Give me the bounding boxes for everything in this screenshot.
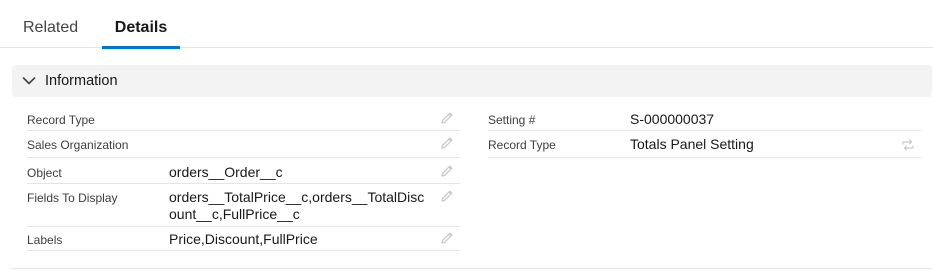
section-divider bbox=[12, 268, 932, 269]
field-value: Price,Discount,FullPrice bbox=[169, 231, 318, 247]
field-value-line-2: ount__c,FullPrice__c bbox=[169, 206, 300, 222]
pencil-icon[interactable] bbox=[440, 164, 454, 178]
field-value: S-000000037 bbox=[630, 111, 715, 127]
change-record-type-icon[interactable] bbox=[901, 138, 915, 152]
section-title: Information bbox=[45, 73, 118, 89]
field-label: Setting # bbox=[488, 113, 536, 127]
field-label: Object bbox=[27, 166, 62, 180]
tab-details[interactable]: Details bbox=[102, 0, 180, 49]
field-value: Totals Panel Setting bbox=[630, 136, 754, 152]
tab-bar: Related Details bbox=[0, 0, 933, 49]
field-labels: Labels Price,Discount,FullPrice bbox=[27, 227, 460, 251]
pencil-icon[interactable] bbox=[440, 231, 454, 245]
field-label: Fields To Display bbox=[27, 191, 118, 205]
pencil-icon[interactable] bbox=[440, 189, 454, 203]
field-record-type: Record Type bbox=[27, 106, 460, 131]
field-label: Labels bbox=[27, 233, 63, 247]
information-section-toggle[interactable]: Information bbox=[12, 65, 932, 97]
tab-related[interactable]: Related bbox=[23, 0, 78, 48]
field-record-type-right: Record Type Totals Panel Setting bbox=[488, 131, 921, 158]
field-fields-to-display: Fields To Display orders__TotalPrice__c,… bbox=[27, 184, 460, 227]
field-object: Object orders__Order__c bbox=[27, 158, 460, 184]
pencil-icon[interactable] bbox=[440, 111, 454, 125]
chevron-down-icon bbox=[22, 77, 36, 85]
field-label: Record Type bbox=[27, 113, 95, 127]
field-label: Record Type bbox=[488, 138, 556, 152]
field-sales-organization: Sales Organization bbox=[27, 131, 460, 158]
field-label: Sales Organization bbox=[27, 138, 129, 152]
field-value: orders__Order__c bbox=[169, 164, 283, 180]
field-setting-number: Setting # S-000000037 bbox=[488, 106, 921, 131]
pencil-icon[interactable] bbox=[440, 136, 454, 150]
field-value-line-1: orders__TotalPrice__c,orders__TotalDisc bbox=[169, 189, 425, 205]
